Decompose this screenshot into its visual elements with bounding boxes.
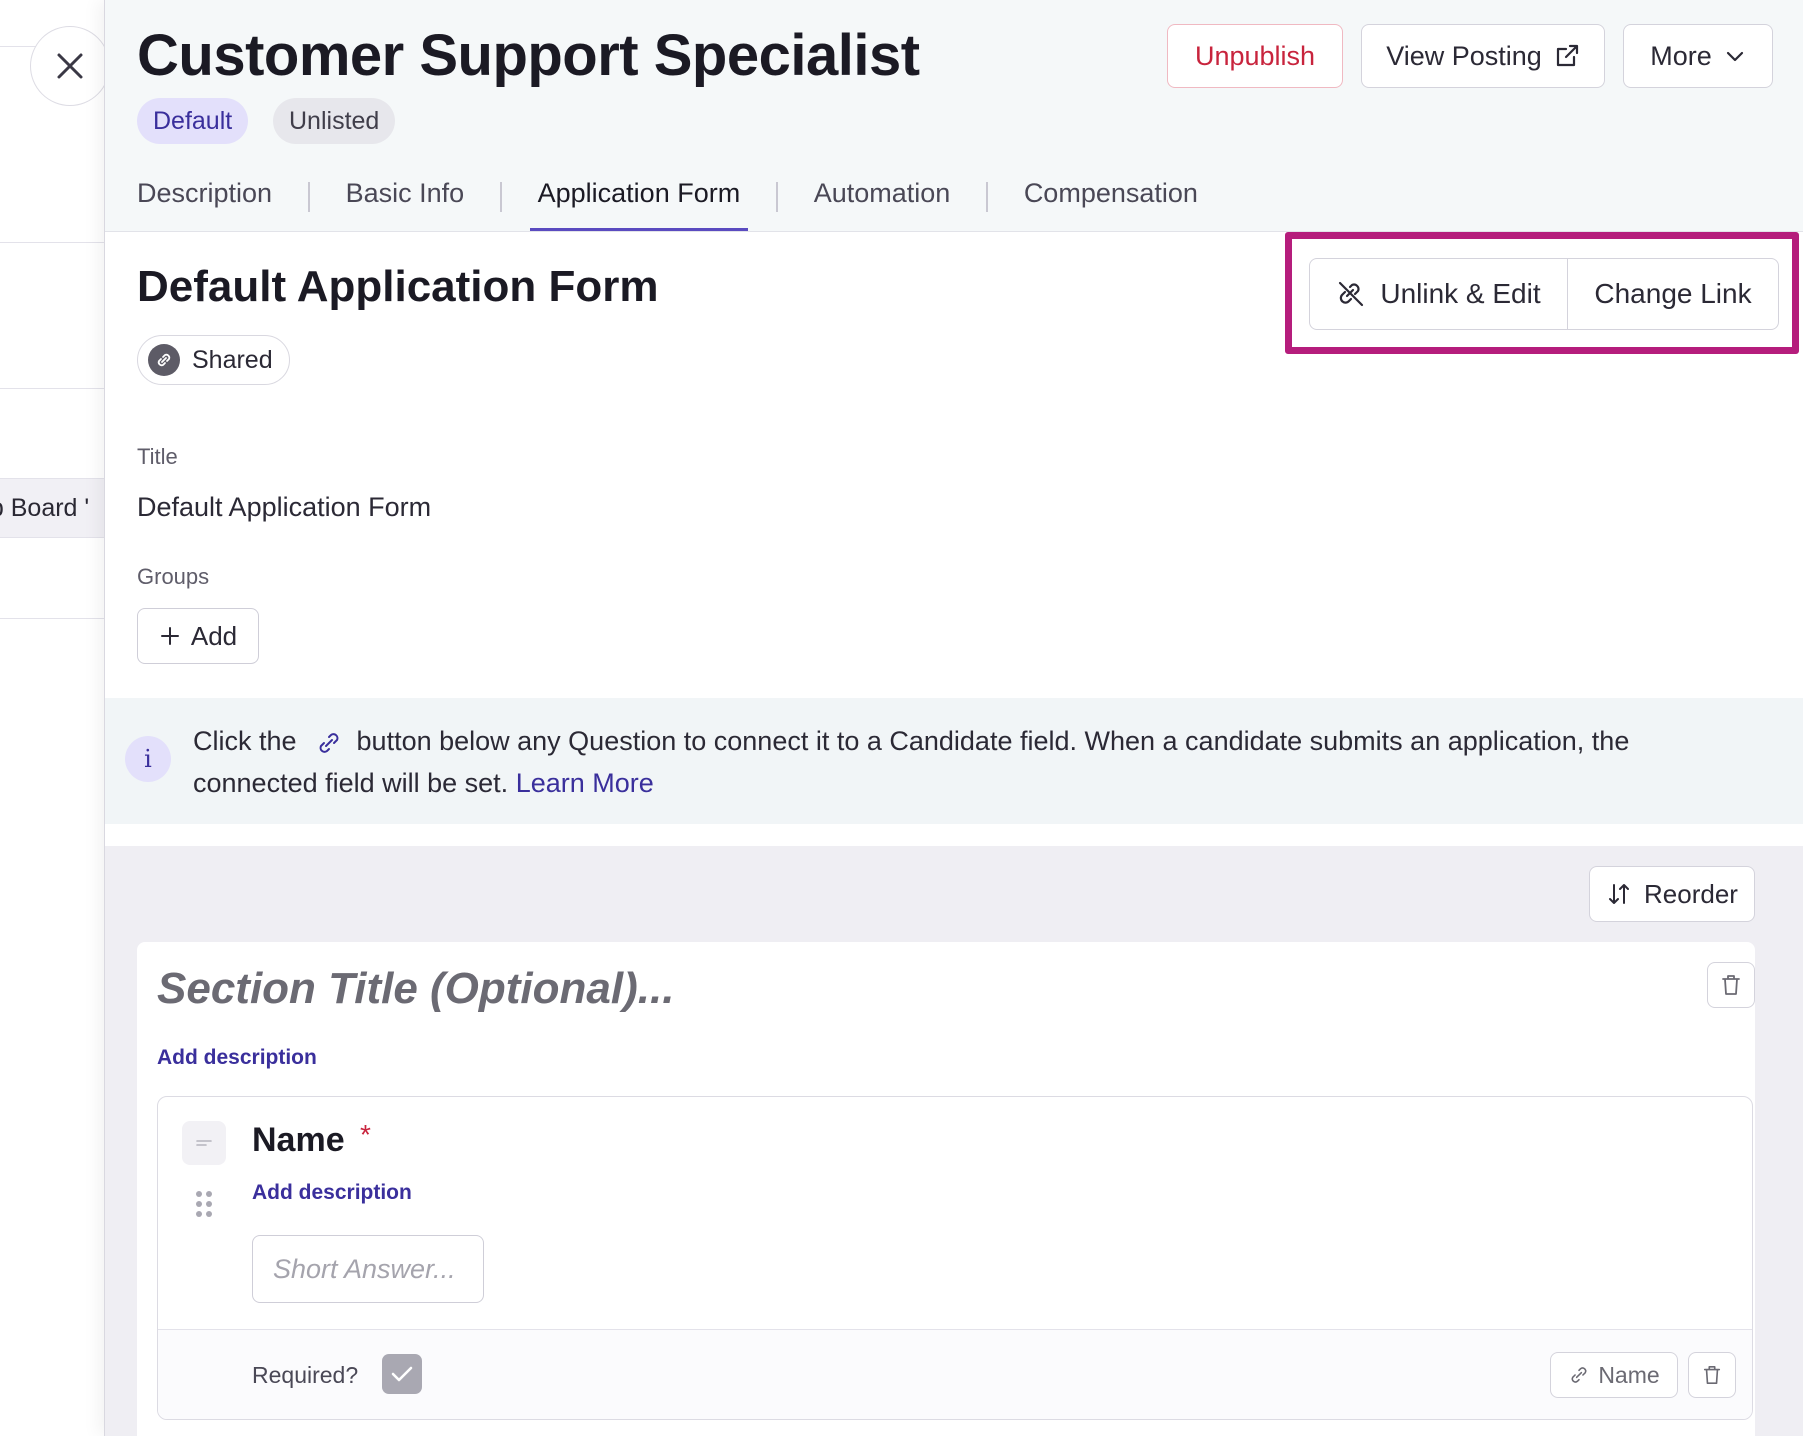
close-button[interactable]	[30, 26, 110, 106]
tab-separator	[986, 182, 988, 212]
view-posting-label: View Posting	[1386, 40, 1542, 71]
shared-badge: Shared	[137, 335, 290, 385]
tab-separator	[776, 182, 778, 212]
delete-section-button[interactable]	[1707, 962, 1755, 1008]
question-card: Name * Add description Short Answer... R…	[157, 1096, 1753, 1420]
add-group-button[interactable]: Add	[137, 608, 259, 664]
reorder-label: Reorder	[1644, 878, 1738, 909]
form-builder: Reorder Section Title (Optional)... Add …	[105, 846, 1803, 1436]
info-banner: i Click the button below any Question to …	[105, 698, 1803, 824]
shared-label: Shared	[192, 345, 273, 374]
close-icon	[57, 53, 83, 79]
required-checkbox[interactable]	[382, 1354, 422, 1394]
short-answer-preview: Short Answer...	[252, 1235, 484, 1303]
background-divider	[0, 388, 104, 389]
checkmark-icon	[391, 1366, 413, 1382]
unlink-edit-label: Unlink & Edit	[1380, 278, 1541, 309]
form-heading: Default Application Form	[137, 262, 659, 311]
link-icon	[319, 733, 338, 753]
job-title: Customer Support Specialist	[137, 23, 920, 88]
tab-automation[interactable]: Automation	[806, 168, 959, 231]
unpublish-label: Unpublish	[1194, 40, 1316, 71]
link-icon	[1571, 1367, 1587, 1383]
trash-icon	[1703, 1366, 1721, 1384]
required-asterisk: *	[360, 1119, 371, 1150]
more-label: More	[1650, 40, 1712, 71]
link-icon	[148, 344, 180, 376]
panel-header: Customer Support Specialist Default Unli…	[105, 0, 1803, 232]
question-add-description-link[interactable]: Add description	[252, 1181, 412, 1205]
unlink-icon	[1339, 281, 1364, 307]
tab-description[interactable]: Description	[129, 168, 280, 231]
short-text-icon	[182, 1121, 226, 1165]
section-add-description-link[interactable]: Add description	[157, 1046, 317, 1070]
info-text-after: button below any Question to connect it …	[193, 726, 1630, 798]
unlisted-tag: Unlisted	[273, 98, 396, 144]
background-divider	[0, 618, 104, 619]
question-title[interactable]: Name	[252, 1121, 345, 1160]
form-section: Section Title (Optional)... Add descript…	[137, 942, 1755, 1436]
chevron-down-icon	[1726, 51, 1743, 62]
more-menu-button[interactable]: More	[1623, 24, 1773, 88]
form-link-actions: Unlink & Edit Change Link	[1309, 258, 1779, 330]
tab-basic-info[interactable]: Basic Info	[338, 168, 473, 231]
delete-question-button[interactable]	[1688, 1352, 1736, 1398]
job-detail-panel: Customer Support Specialist Default Unli…	[104, 0, 1803, 1436]
linked-field-label: Name	[1598, 1361, 1660, 1388]
section-title-input[interactable]: Section Title (Optional)...	[157, 964, 674, 1014]
default-tag: Default	[137, 98, 249, 144]
background-divider	[0, 242, 104, 243]
candidate-field-link-button[interactable]: Name	[1550, 1352, 1678, 1398]
background-page: ob Board '	[0, 0, 104, 1436]
tab-application-form[interactable]: Application Form	[529, 168, 749, 231]
learn-more-link[interactable]: Learn More	[516, 768, 654, 798]
unlink-edit-button[interactable]: Unlink & Edit	[1310, 259, 1568, 329]
required-label: Required?	[252, 1362, 359, 1388]
tab-separator	[500, 182, 502, 212]
reorder-button[interactable]: Reorder	[1589, 866, 1755, 922]
drag-handle-icon[interactable]	[194, 1189, 214, 1219]
change-link-label: Change Link	[1594, 278, 1752, 309]
question-footer: Required? Name	[158, 1329, 1752, 1419]
background-list-item[interactable]: ob Board '	[0, 478, 104, 538]
title-field-value: Default Application Form	[137, 492, 432, 522]
tab-compensation[interactable]: Compensation	[1016, 168, 1206, 231]
external-link-icon	[1556, 44, 1578, 67]
view-posting-button[interactable]: View Posting	[1361, 24, 1605, 88]
info-icon: i	[125, 736, 171, 782]
add-label: Add	[190, 620, 238, 651]
info-text: Click the button below any Question to co…	[193, 720, 1753, 804]
unpublish-button[interactable]: Unpublish	[1167, 24, 1343, 88]
sort-icon	[1609, 884, 1630, 904]
background-row-label: ob Board '	[0, 493, 90, 522]
trash-icon	[1722, 975, 1740, 995]
tab-bar: Description Basic Info Application Form …	[129, 168, 1206, 232]
plus-icon	[160, 627, 179, 645]
title-field-label: Title	[137, 444, 178, 469]
info-text-before: Click the	[193, 726, 297, 756]
groups-field-label: Groups	[137, 564, 210, 589]
tab-separator	[308, 182, 310, 212]
change-link-button[interactable]: Change Link	[1568, 259, 1778, 329]
